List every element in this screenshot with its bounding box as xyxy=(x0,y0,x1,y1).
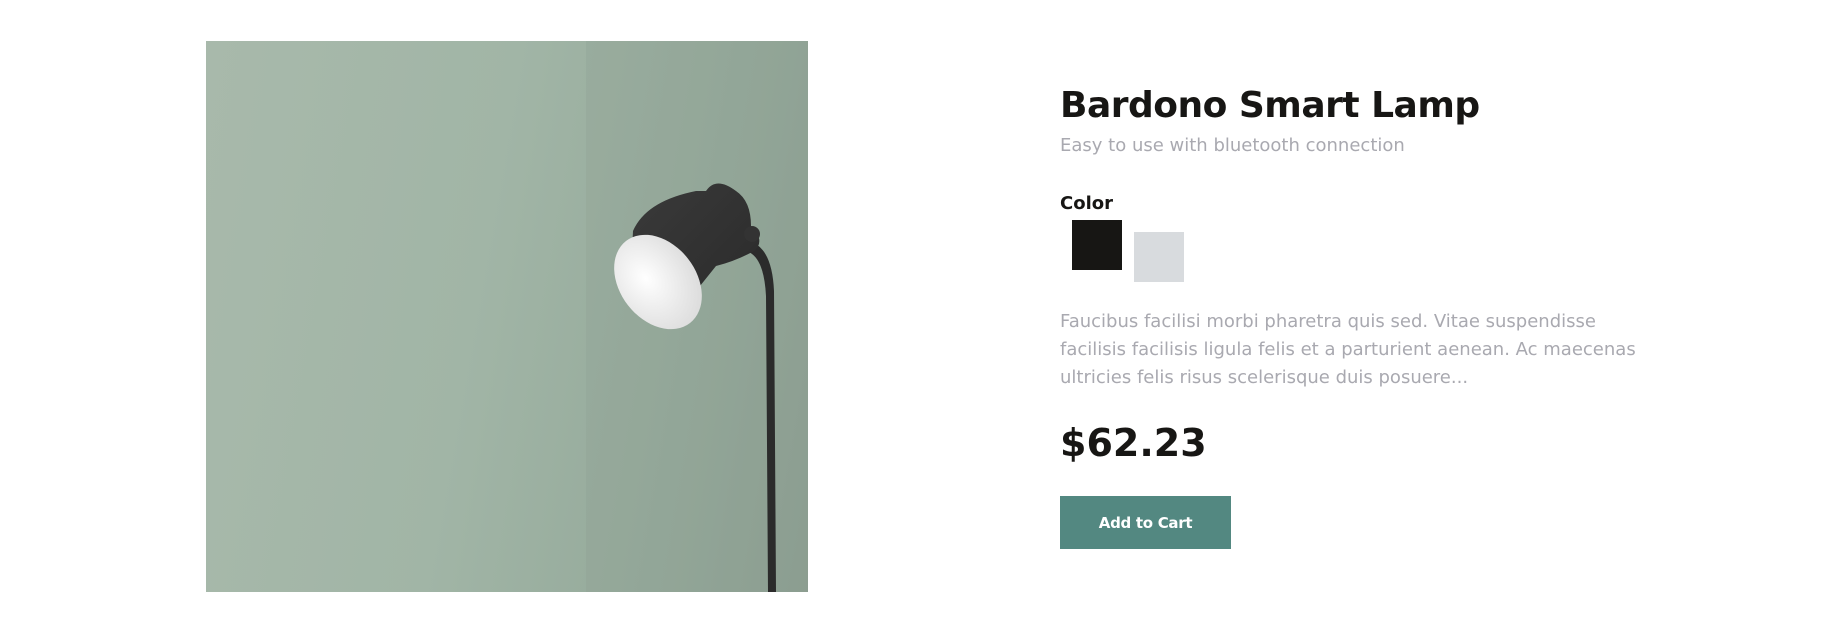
color-swatches xyxy=(1060,220,1660,284)
product-description: Faucibus facilisi morbi pharetra quis se… xyxy=(1060,311,1636,388)
color-swatch-light-gray[interactable] xyxy=(1134,232,1184,282)
product-title: Bardono Smart Lamp xyxy=(1060,85,1480,126)
product-price: $62.23 xyxy=(1060,421,1207,465)
product-subtitle: Easy to use with bluetooth connection xyxy=(1060,135,1405,156)
product-page: Bardono Smart Lamp Easy to use with blue… xyxy=(0,0,1845,621)
product-image xyxy=(206,41,808,592)
add-to-cart-button[interactable]: Add to Cart xyxy=(1060,496,1231,549)
color-label: Color xyxy=(1060,193,1113,214)
product-details: Bardono Smart Lamp Easy to use with blue… xyxy=(1060,82,1660,549)
lamp-illustration xyxy=(586,41,808,592)
color-swatch-black[interactable] xyxy=(1072,220,1122,270)
